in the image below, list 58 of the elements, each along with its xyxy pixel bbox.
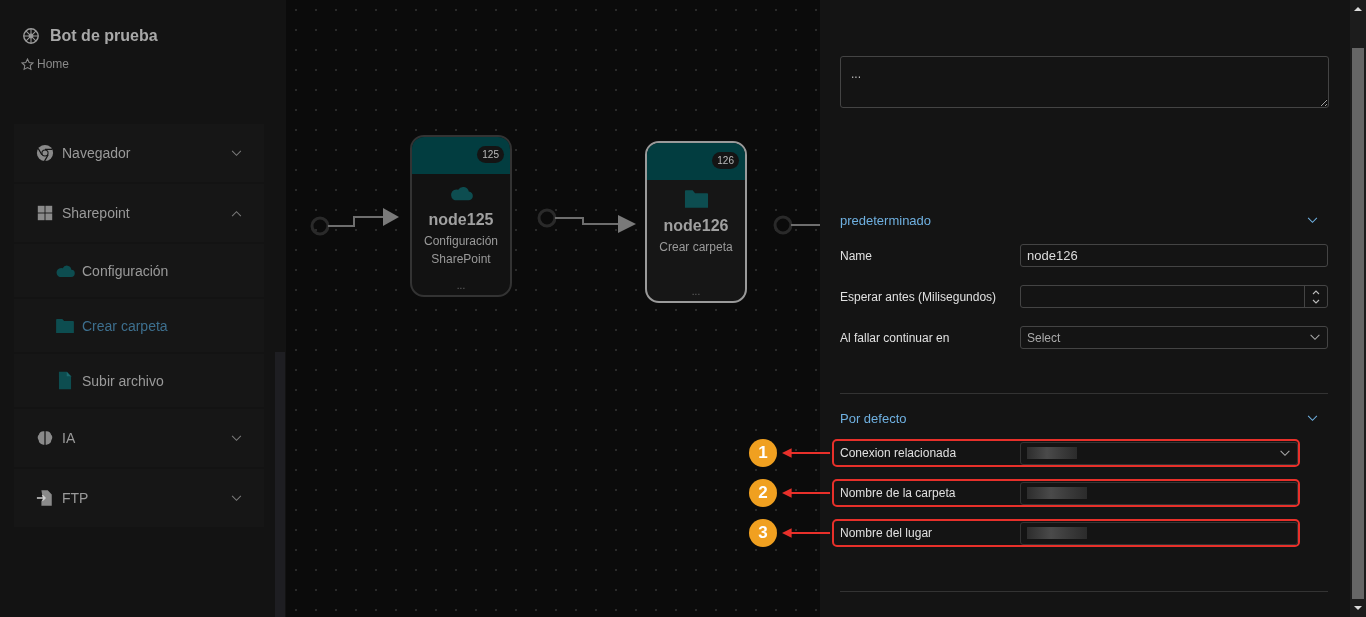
input-port[interactable] xyxy=(310,216,330,236)
callout-arrow xyxy=(782,487,830,499)
section-title[interactable]: predeterminado xyxy=(840,212,932,228)
scroll-up-icon[interactable] xyxy=(1353,6,1363,12)
windows-icon xyxy=(36,204,54,222)
node-more: ... xyxy=(691,286,701,297)
chevron-icon xyxy=(1279,449,1291,457)
home-link[interactable]: Home xyxy=(37,57,69,71)
text-field[interactable]: node126 xyxy=(1020,244,1328,267)
field-label: Nombre de la carpeta xyxy=(840,486,957,500)
star-icon xyxy=(21,57,34,71)
callout-arrow xyxy=(782,527,830,539)
chevron-icon[interactable] xyxy=(1307,216,1318,224)
select-field[interactable] xyxy=(1020,441,1298,465)
menu-label: Crear carpeta xyxy=(82,317,168,334)
description-field[interactable]: ... xyxy=(840,56,1329,108)
menu-label: FTP xyxy=(62,490,90,506)
brain-icon xyxy=(36,429,54,447)
app-title: Bot de prueba xyxy=(50,27,158,45)
chevron-icon[interactable] xyxy=(1307,414,1318,422)
wheel-icon xyxy=(22,27,40,45)
output-port[interactable] xyxy=(537,208,557,228)
menu-label: Subir archivo xyxy=(82,372,164,389)
node-title: node125 xyxy=(428,211,494,229)
node-more: ... xyxy=(456,280,466,291)
field-label: Name xyxy=(840,248,873,263)
connector-arrow xyxy=(327,208,399,227)
field-label: Nombre del lugar xyxy=(840,526,934,540)
select-field[interactable]: Select xyxy=(1020,326,1328,349)
menu-label: Navegador xyxy=(62,145,132,161)
field-label: Conexion relacionada xyxy=(840,446,958,460)
number-field[interactable] xyxy=(1020,285,1328,308)
section-title[interactable]: Por defecto xyxy=(840,410,907,426)
flow-node[interactable]: 126 node126 Crear carpeta ... xyxy=(645,141,747,303)
text-field[interactable] xyxy=(1020,521,1298,545)
field-label: Esperar antes (Milisegundos) xyxy=(840,289,998,304)
file-import-icon xyxy=(36,489,54,507)
browser-icon xyxy=(36,144,54,162)
flow-node[interactable]: 125 node125 Configuración SharePoint ... xyxy=(410,135,512,297)
menu-label: Sharepoint xyxy=(62,205,131,221)
callout-arrow xyxy=(782,447,830,459)
node-subtitle: Crear carpeta xyxy=(658,239,734,256)
menu-label: IA xyxy=(62,430,77,446)
node-badge: 126 xyxy=(712,152,739,169)
folder-icon xyxy=(55,317,75,334)
output-port[interactable] xyxy=(773,215,793,235)
folder-icon xyxy=(683,189,709,209)
node-subtitle: Configuración SharePoint xyxy=(422,233,499,268)
node-badge: 125 xyxy=(477,146,504,163)
field-label: Al fallar continuar en xyxy=(840,330,951,345)
text-field[interactable] xyxy=(1020,481,1298,505)
file-icon xyxy=(58,371,72,390)
connector-line xyxy=(790,224,820,226)
scroll-down-icon[interactable] xyxy=(1353,605,1363,611)
chevron-icon xyxy=(1309,334,1321,341)
node-title: node126 xyxy=(663,217,729,235)
scrollbar[interactable] xyxy=(1350,0,1366,617)
menu-label: Configuración xyxy=(82,262,169,279)
